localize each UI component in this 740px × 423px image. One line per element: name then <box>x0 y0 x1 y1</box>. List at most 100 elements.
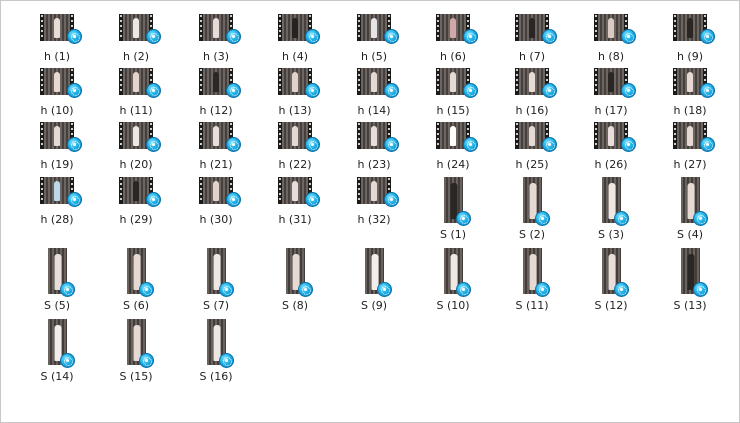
file-name-label: h (32) <box>357 213 391 226</box>
media-player-icon <box>384 192 399 207</box>
media-player-icon <box>219 353 234 368</box>
file-name-label: h (27) <box>673 158 707 171</box>
file-item[interactable]: S (6) <box>101 248 171 312</box>
person-figure <box>371 72 377 92</box>
person-figure <box>687 254 694 290</box>
file-item[interactable]: h (12) <box>181 68 251 124</box>
file-item[interactable]: h (9) <box>655 14 725 70</box>
person-figure <box>292 254 299 290</box>
person-figure <box>450 18 456 38</box>
file-item[interactable]: h (13) <box>260 68 330 124</box>
file-name-label: S (4) <box>676 228 704 241</box>
person-figure <box>292 72 298 92</box>
media-player-icon <box>542 83 557 98</box>
person-figure <box>133 325 140 361</box>
file-item[interactable]: h (21) <box>181 122 251 178</box>
file-item[interactable]: h (16) <box>497 68 567 124</box>
person-figure <box>608 72 614 92</box>
file-item[interactable]: h (10) <box>22 68 92 124</box>
person-figure <box>133 254 140 290</box>
file-name-label: h (1) <box>43 50 71 63</box>
file-item[interactable]: S (7) <box>181 248 251 312</box>
person-figure <box>608 183 615 219</box>
person-figure <box>292 126 298 146</box>
file-item[interactable]: h (4) <box>260 14 330 70</box>
person-figure <box>133 18 139 38</box>
file-item[interactable]: h (2) <box>101 14 171 70</box>
file-item[interactable]: S (9) <box>339 248 409 312</box>
file-item[interactable]: h (22) <box>260 122 330 178</box>
file-item[interactable]: h (19) <box>22 122 92 178</box>
media-player-icon <box>67 29 82 44</box>
person-figure <box>529 126 535 146</box>
file-name-label: h (28) <box>40 213 74 226</box>
file-item[interactable]: h (27) <box>655 122 725 178</box>
file-item[interactable]: S (5) <box>22 248 92 312</box>
media-player-icon <box>305 192 320 207</box>
person-figure <box>687 18 693 38</box>
media-player-icon <box>700 137 715 152</box>
file-name-label: S (14) <box>40 370 74 383</box>
file-item[interactable]: h (6) <box>418 14 488 70</box>
file-name-label: h (24) <box>436 158 470 171</box>
person-figure <box>54 18 60 38</box>
file-item[interactable]: S (11) <box>497 248 567 312</box>
file-item[interactable]: h (30) <box>181 177 251 233</box>
file-item[interactable]: S (15) <box>101 319 171 383</box>
file-item[interactable]: h (20) <box>101 122 171 178</box>
media-player-icon <box>621 29 636 44</box>
file-name-label: h (31) <box>278 213 312 226</box>
media-player-icon <box>463 29 478 44</box>
media-player-icon <box>146 137 161 152</box>
file-item[interactable]: h (31) <box>260 177 330 233</box>
file-item[interactable]: h (8) <box>576 14 646 70</box>
media-player-icon <box>384 29 399 44</box>
file-item[interactable]: h (28) <box>22 177 92 233</box>
file-item[interactable]: S (14) <box>22 319 92 383</box>
file-item[interactable]: h (3) <box>181 14 251 70</box>
file-item[interactable]: h (11) <box>101 68 171 124</box>
file-item[interactable]: h (15) <box>418 68 488 124</box>
file-item[interactable]: h (17) <box>576 68 646 124</box>
file-item[interactable]: h (25) <box>497 122 567 178</box>
person-figure <box>213 181 219 201</box>
media-player-icon <box>146 29 161 44</box>
file-item[interactable]: S (13) <box>655 248 725 312</box>
file-item[interactable]: h (32) <box>339 177 409 233</box>
file-item[interactable]: S (12) <box>576 248 646 312</box>
media-player-icon <box>219 282 234 297</box>
file-item[interactable]: S (1) <box>418 177 488 241</box>
file-name-label: h (13) <box>278 104 312 117</box>
media-player-icon <box>693 211 708 226</box>
media-player-icon <box>226 83 241 98</box>
media-player-icon <box>535 282 550 297</box>
media-player-icon <box>305 83 320 98</box>
file-view: h (1) h (2) h (3) h (4) h (5) h (6) h (7) h (8)… <box>0 0 740 423</box>
file-item[interactable]: S (10) <box>418 248 488 312</box>
media-player-icon <box>700 29 715 44</box>
file-item[interactable]: h (1) <box>22 14 92 70</box>
file-item[interactable]: h (23) <box>339 122 409 178</box>
file-item[interactable]: h (18) <box>655 68 725 124</box>
media-player-icon <box>146 83 161 98</box>
file-item[interactable]: S (2) <box>497 177 567 241</box>
file-item[interactable]: h (7) <box>497 14 567 70</box>
media-player-icon <box>67 83 82 98</box>
person-figure <box>213 325 220 361</box>
file-item[interactable]: S (16) <box>181 319 251 383</box>
file-item[interactable]: h (5) <box>339 14 409 70</box>
file-item[interactable]: h (26) <box>576 122 646 178</box>
file-item[interactable]: S (8) <box>260 248 330 312</box>
media-player-icon <box>542 137 557 152</box>
file-item[interactable]: S (3) <box>576 177 646 241</box>
file-name-label: S (6) <box>122 299 150 312</box>
file-item[interactable]: S (4) <box>655 177 725 241</box>
media-player-icon <box>226 137 241 152</box>
file-item[interactable]: h (14) <box>339 68 409 124</box>
file-name-label: h (6) <box>439 50 467 63</box>
file-item[interactable]: h (24) <box>418 122 488 178</box>
file-name-label: h (11) <box>119 104 153 117</box>
person-figure <box>54 72 60 92</box>
file-name-label: h (7) <box>518 50 546 63</box>
file-item[interactable]: h (29) <box>101 177 171 233</box>
